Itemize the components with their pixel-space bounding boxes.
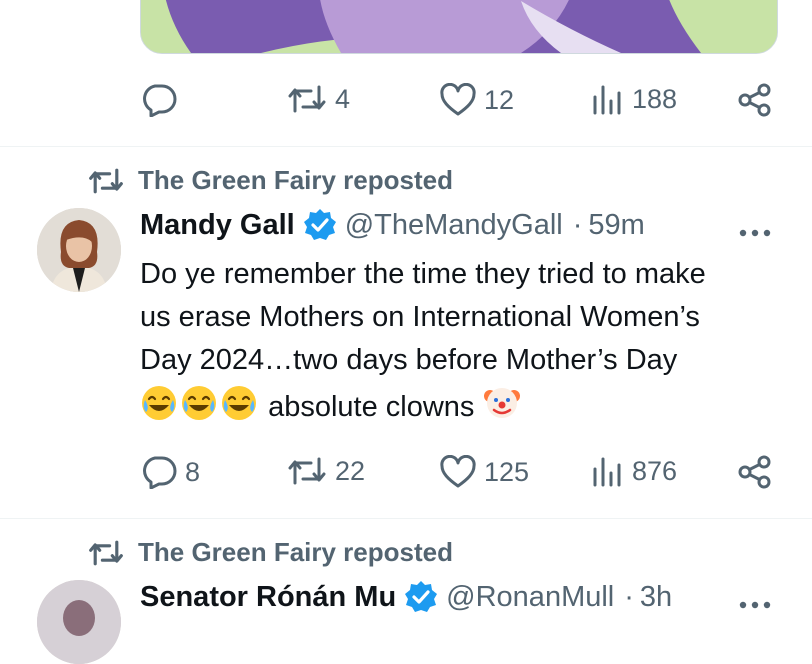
media-illustration bbox=[141, 0, 777, 53]
share-button[interactable] bbox=[738, 83, 772, 117]
author-handle[interactable]: @TheMandyGall bbox=[345, 209, 563, 242]
views-button[interactable]: 876 bbox=[592, 455, 677, 487]
views-count: 188 bbox=[632, 83, 678, 114]
views-count: 876 bbox=[632, 455, 678, 486]
heart-icon bbox=[440, 455, 476, 488]
post-media-image[interactable] bbox=[140, 0, 778, 54]
repost-context[interactable]: The Green Fairy reposted bbox=[88, 165, 453, 196]
verified-badge-icon bbox=[303, 209, 336, 240]
like-count: 125 bbox=[484, 456, 530, 487]
share-icon bbox=[738, 83, 771, 117]
share-button[interactable] bbox=[738, 455, 772, 489]
like-count: 12 bbox=[484, 84, 515, 115]
repost-context-label: The Green Fairy reposted bbox=[138, 165, 453, 195]
heart-icon bbox=[440, 83, 476, 116]
post-header: Mandy Gall @TheMandyGall · 59m bbox=[140, 208, 645, 242]
verified-badge-icon bbox=[405, 581, 438, 612]
avatar-image bbox=[37, 208, 121, 292]
separator-dot: · bbox=[572, 208, 583, 241]
post-text-line: Do ye remember the time they tried to ma… bbox=[140, 258, 706, 290]
author-handle[interactable]: @RonanMull bbox=[446, 581, 614, 614]
laughing-emoji-icon bbox=[142, 386, 176, 420]
reply-count: 8 bbox=[185, 456, 201, 487]
post-text-line: absolute clowns bbox=[140, 382, 790, 429]
clown-emoji-icon bbox=[484, 388, 521, 418]
post-time[interactable]: 59m bbox=[588, 209, 644, 242]
more-icon bbox=[739, 229, 771, 237]
post-text-line: Day 2024…two days before Mother’s Day bbox=[140, 344, 678, 376]
repost-button[interactable]: 22 bbox=[287, 455, 365, 487]
reply-icon bbox=[143, 456, 177, 489]
separator-dot: · bbox=[624, 580, 634, 613]
like-button[interactable]: 12 bbox=[440, 83, 514, 117]
reply-button[interactable] bbox=[141, 83, 185, 117]
repost-icon bbox=[89, 540, 123, 565]
post-divider bbox=[0, 146, 812, 147]
repost-icon bbox=[288, 457, 326, 485]
post-divider bbox=[0, 518, 812, 519]
laughing-emoji-icon bbox=[222, 386, 256, 420]
views-button[interactable]: 188 bbox=[592, 83, 677, 115]
like-button[interactable]: 125 bbox=[440, 455, 529, 489]
post-text-line: us erase Mothers on International Women’… bbox=[140, 301, 700, 333]
author-name[interactable]: Mandy Gall bbox=[140, 209, 295, 242]
repost-count: 4 bbox=[335, 83, 351, 114]
avatar[interactable] bbox=[37, 208, 121, 292]
avatar-image bbox=[37, 580, 121, 664]
post-text: Do ye remember the time they tried to ma… bbox=[140, 253, 790, 429]
repost-button[interactable]: 4 bbox=[287, 83, 350, 115]
reply-icon bbox=[143, 84, 177, 117]
repost-icon bbox=[288, 85, 326, 113]
views-icon bbox=[593, 85, 621, 115]
share-icon bbox=[738, 455, 771, 489]
repost-context[interactable]: The Green Fairy reposted bbox=[88, 537, 453, 568]
post-text-last: absolute clowns bbox=[268, 391, 475, 423]
repost-count: 22 bbox=[335, 455, 366, 486]
post-time[interactable]: 3h bbox=[640, 581, 672, 614]
repost-context-label: The Green Fairy reposted bbox=[138, 537, 453, 567]
reply-button[interactable]: 8 bbox=[141, 455, 200, 489]
laughing-emoji-icon bbox=[182, 386, 216, 420]
repost-icon bbox=[89, 168, 123, 193]
views-icon bbox=[593, 457, 621, 487]
more-options-button[interactable] bbox=[738, 214, 772, 245]
more-options-button[interactable] bbox=[738, 586, 772, 617]
avatar[interactable] bbox=[37, 580, 121, 664]
author-name[interactable]: Senator Rónán Mu bbox=[140, 581, 396, 614]
post-header: Senator Rónán Mu @RonanMull · 3h bbox=[140, 580, 672, 614]
more-icon bbox=[739, 601, 771, 609]
